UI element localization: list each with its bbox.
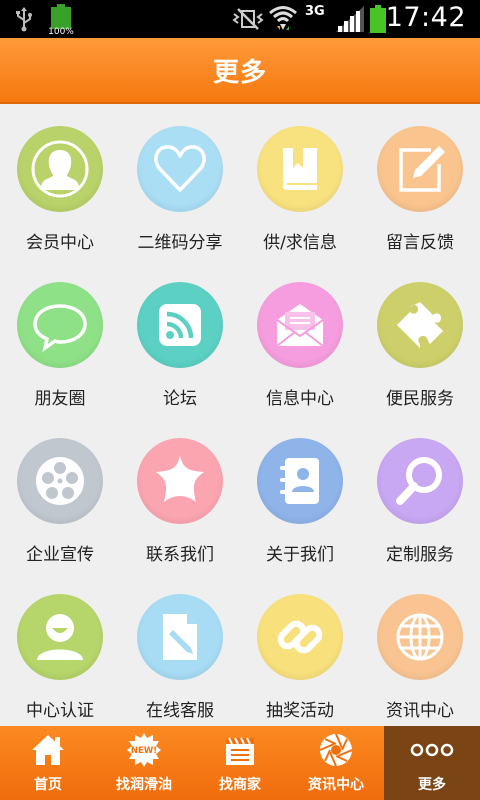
- grid-item-convenience[interactable]: 便民服务: [360, 260, 480, 416]
- signal-strength-icon: [336, 6, 364, 36]
- feature-grid: 会员中心 二维码分享 供/求信息 留言反馈 朋友圈 论坛 信息中心 便民服务 企…: [0, 104, 480, 726]
- new-badge-text: NEW!: [131, 746, 157, 756]
- grid-item-moments[interactable]: 朋友圈: [0, 260, 120, 416]
- book-bookmark-icon: [257, 126, 343, 212]
- network-type: 3G: [305, 4, 325, 19]
- grid-item-promotion[interactable]: 企业宣传: [0, 416, 120, 572]
- grid-item-label: 留言反馈: [386, 233, 454, 253]
- tab-news-center[interactable]: 资讯中心: [288, 726, 384, 800]
- grid-item-label: 便民服务: [386, 389, 454, 409]
- clapperboard-icon: [222, 732, 258, 768]
- tab-find-merchant[interactable]: 找商家: [192, 726, 288, 800]
- grid-item-message-center[interactable]: 信息中心: [240, 260, 360, 416]
- grid-item-label: 供/求信息: [263, 233, 337, 253]
- grid-item-label: 资讯中心: [386, 701, 454, 721]
- page-title: 更多: [212, 57, 267, 88]
- title-bar: 更多: [0, 38, 480, 104]
- battery-full-icon: 100%: [48, 3, 74, 37]
- grid-item-member-center[interactable]: 会员中心: [0, 104, 120, 260]
- grid-item-qr-share[interactable]: 二维码分享: [120, 104, 240, 260]
- contact-book-icon: [257, 438, 343, 524]
- grid-item-label: 会员中心: [26, 233, 94, 253]
- battery-percent: 100%: [48, 27, 74, 37]
- member-avatar-icon: [17, 126, 103, 212]
- grid-item-news-center[interactable]: 资讯中心: [360, 572, 480, 728]
- chain-link-icon: [257, 594, 343, 680]
- grid-item-label: 二维码分享: [137, 233, 223, 253]
- grid-item-online-support[interactable]: 在线客服: [120, 572, 240, 728]
- aperture-icon: [318, 732, 354, 768]
- document-pen-icon: [137, 594, 223, 680]
- tab-label: 更多: [418, 777, 446, 793]
- grid-item-label: 联系我们: [146, 545, 214, 565]
- magnifier-icon: [377, 438, 463, 524]
- grid-item-feedback[interactable]: 留言反馈: [360, 104, 480, 260]
- status-bar: 100% 3G 17:42: [0, 0, 480, 38]
- tab-find-lubricant[interactable]: NEW! 找润滑油: [96, 726, 192, 800]
- tab-label: 找商家: [219, 777, 261, 793]
- wifi-icon: [268, 4, 298, 36]
- grid-item-label: 在线客服: [146, 701, 214, 721]
- user-smile-icon: [17, 594, 103, 680]
- grid-item-label: 定制服务: [386, 545, 454, 565]
- grid-item-label: 中心认证: [26, 701, 94, 721]
- mail-envelope-icon: [257, 282, 343, 368]
- grid-item-label: 关于我们: [266, 545, 334, 565]
- rss-feed-icon: [137, 282, 223, 368]
- usb-icon: [14, 6, 34, 36]
- battery-icon: [370, 5, 386, 33]
- grid-item-certification[interactable]: 中心认证: [0, 572, 120, 728]
- tab-home[interactable]: 首页: [0, 726, 96, 800]
- grid-item-label: 论坛: [163, 389, 197, 409]
- grid-item-forum[interactable]: 论坛: [120, 260, 240, 416]
- edit-pencil-icon: [377, 126, 463, 212]
- grid-item-custom-service[interactable]: 定制服务: [360, 416, 480, 572]
- tab-label: 资讯中心: [308, 777, 364, 793]
- film-reel-icon: [17, 438, 103, 524]
- grid-item-label: 朋友圈: [34, 389, 86, 409]
- vibrate-mute-icon: [232, 8, 264, 34]
- star-icon: [137, 438, 223, 524]
- puzzle-piece-icon: [377, 282, 463, 368]
- grid-item-label: 信息中心: [266, 389, 334, 409]
- grid-item-label: 抽奖活动: [266, 701, 334, 721]
- bottom-nav: 首页 NEW! 找润滑油 找商家 资讯中心 更多: [0, 726, 480, 800]
- more-dots-icon: [408, 732, 456, 768]
- grid-item-contact-us[interactable]: 联系我们: [120, 416, 240, 572]
- home-icon: [30, 732, 66, 768]
- new-badge-icon: NEW!: [126, 732, 162, 768]
- grid-item-label: 企业宣传: [26, 545, 94, 565]
- tab-label: 首页: [34, 777, 62, 793]
- clock: 17:42: [385, 2, 466, 33]
- chat-bubble-icon: [17, 282, 103, 368]
- heart-icon: [137, 126, 223, 212]
- tab-label: 找润滑油: [116, 777, 172, 793]
- grid-item-about-us[interactable]: 关于我们: [240, 416, 360, 572]
- grid-item-lottery[interactable]: 抽奖活动: [240, 572, 360, 728]
- globe-icon: [377, 594, 463, 680]
- tab-more[interactable]: 更多: [384, 726, 480, 800]
- grid-item-supply-demand[interactable]: 供/求信息: [240, 104, 360, 260]
